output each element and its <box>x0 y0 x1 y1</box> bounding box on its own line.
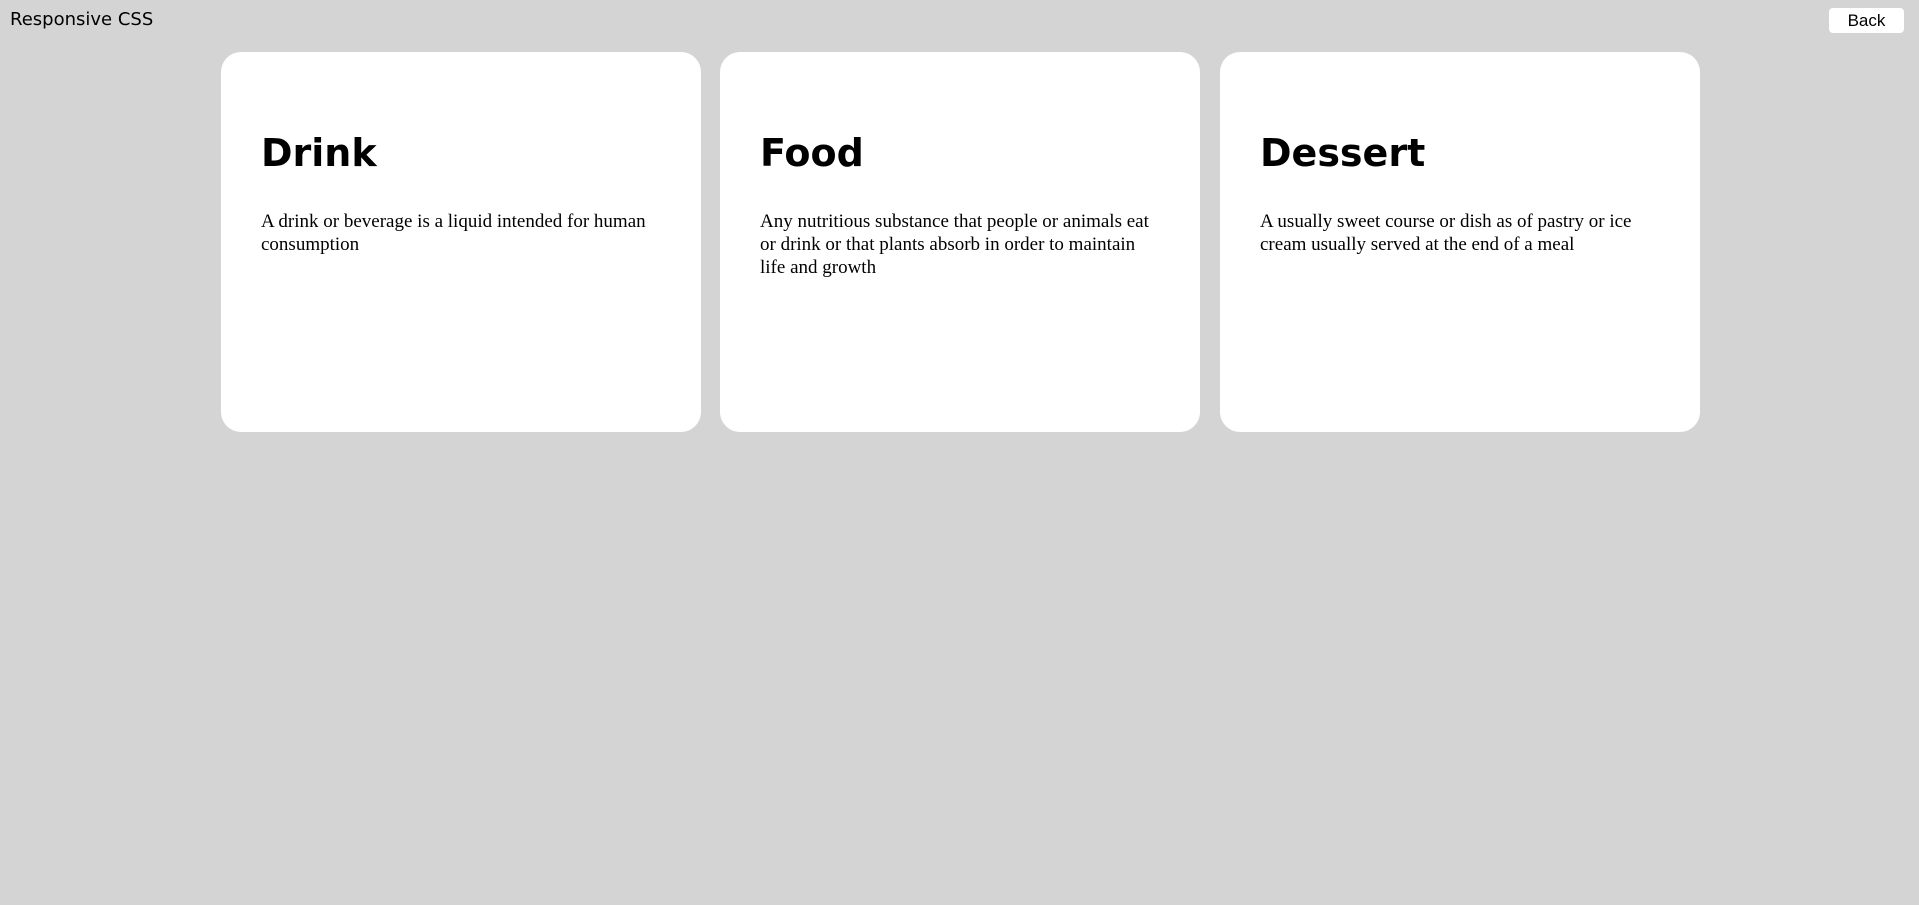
card-title: Drink <box>261 131 377 175</box>
card-description: A drink or beverage is a liquid intended… <box>261 211 646 255</box>
card-dessert: Dessert A usually sweet course or dish a… <box>1220 52 1700 432</box>
back-button[interactable]: Back <box>1829 8 1904 33</box>
card-title: Dessert <box>1260 131 1426 175</box>
card-description: A usually sweet course or dish as of pas… <box>1260 211 1632 255</box>
app-title: Responsive CSS <box>10 9 154 30</box>
card-title: Food <box>760 131 864 175</box>
card-food: Food Any nutritious substance that peopl… <box>720 52 1200 432</box>
card-grid: Drink A drink or beverage is a liquid in… <box>221 52 1700 432</box>
top-bar: Responsive CSS Back <box>0 0 1919 40</box>
card-drink: Drink A drink or beverage is a liquid in… <box>221 52 701 432</box>
card-description: Any nutritious substance that people or … <box>760 211 1149 278</box>
